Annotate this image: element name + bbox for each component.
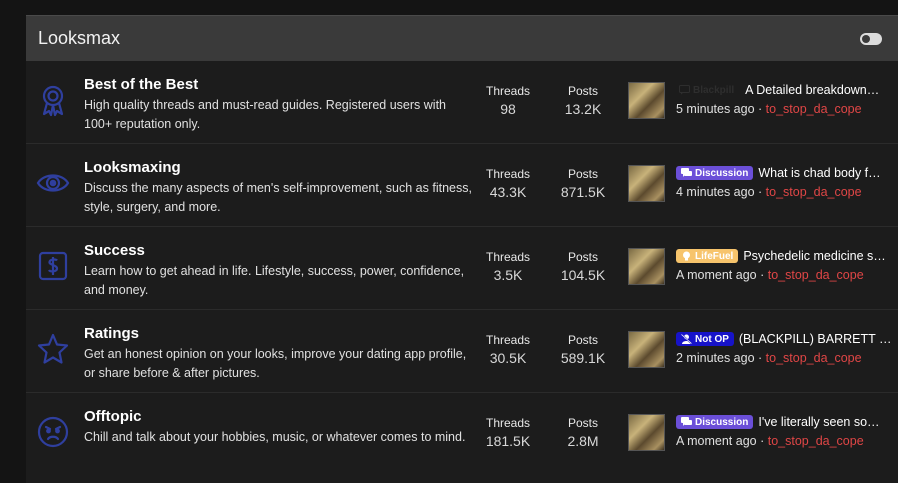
- threads-label: Threads: [485, 250, 531, 264]
- threads-label: Threads: [485, 333, 531, 347]
- threads-count: 3.5K: [493, 267, 523, 283]
- avatar[interactable]: [628, 248, 665, 285]
- forum-title[interactable]: Ratings: [84, 325, 139, 342]
- thread-prefix-badge[interactable]: Discussion: [676, 415, 754, 429]
- forum-description: Get an honest opinion on your looks, imp…: [84, 347, 467, 380]
- separator: ·: [758, 185, 763, 199]
- separator: ·: [758, 102, 763, 116]
- last-post-time[interactable]: 4 minutes ago: [676, 185, 755, 199]
- threads-count: 30.5K: [489, 350, 527, 366]
- prefix-label: LifeFuel: [695, 250, 734, 262]
- forum-title[interactable]: Offtopic: [84, 408, 142, 425]
- collapse-toggle-icon[interactable]: [860, 32, 882, 45]
- posts-label: Posts: [567, 416, 598, 430]
- posts-label: Posts: [567, 333, 598, 347]
- separator: ·: [758, 351, 763, 365]
- thread-prefix-badge[interactable]: Blackpill: [676, 83, 741, 97]
- user-slash-icon: [681, 334, 692, 344]
- forum-title[interactable]: Best of the Best: [84, 76, 198, 93]
- threads-label: Threads: [485, 416, 531, 430]
- category-title[interactable]: Looksmax: [38, 28, 120, 49]
- category-block: Looksmax Best of the Best High quality t…: [26, 15, 898, 483]
- last-post-user[interactable]: to_stop_da_cope: [766, 185, 862, 199]
- posts-count: 13.2K: [564, 101, 602, 117]
- separator: ·: [760, 268, 765, 282]
- thread-prefix-badge[interactable]: Not OP: [676, 332, 734, 346]
- forum-description: Discuss the many aspects of men's self-i…: [84, 181, 472, 214]
- threads-label: Threads: [485, 84, 531, 98]
- threads-stat: Threads 181.5K: [478, 416, 538, 449]
- last-post: Not OP (BLACKPILL) BARRETT … 2 minutes a…: [676, 330, 898, 365]
- last-thread-title[interactable]: I've literally seen so…: [758, 415, 879, 429]
- posts-label: Posts: [567, 84, 598, 98]
- last-post: LifeFuel Psychedelic medicine s… A momen…: [676, 247, 898, 282]
- lightbulb-icon: [683, 251, 690, 261]
- threads-stat: Threads 43.3K: [478, 167, 538, 200]
- threads-stat: Threads 98: [478, 84, 538, 117]
- chat-icon: [681, 417, 692, 426]
- posts-stat: Posts 13.2K: [553, 84, 613, 117]
- forum-row: Offtopic Chill and talk about your hobbi…: [26, 393, 898, 476]
- forum-row: Success Learn how to get ahead in life. …: [26, 227, 898, 310]
- posts-stat: Posts 104.5K: [553, 250, 613, 283]
- posts-count: 2.8M: [567, 433, 599, 449]
- forum-title[interactable]: Success: [84, 242, 145, 259]
- avatar[interactable]: [628, 82, 665, 119]
- last-post: Blackpill A Detailed breakdown… 5 minute…: [676, 81, 898, 116]
- award-ribbon-icon: [36, 83, 70, 117]
- last-thread-title[interactable]: A Detailed breakdown…: [745, 83, 879, 97]
- avatar[interactable]: [628, 414, 665, 451]
- star-icon: [36, 332, 70, 366]
- prefix-label: Not OP: [695, 333, 729, 345]
- last-post-user[interactable]: to_stop_da_cope: [766, 351, 862, 365]
- forum-description: High quality threads and must-read guide…: [84, 98, 446, 131]
- last-post-user[interactable]: to_stop_da_cope: [766, 102, 862, 116]
- posts-count: 104.5K: [560, 267, 606, 283]
- threads-count: 98: [500, 101, 516, 117]
- last-post-time[interactable]: 5 minutes ago: [676, 102, 755, 116]
- forum-row: Best of the Best High quality threads an…: [26, 61, 898, 144]
- eye-icon: [36, 166, 70, 200]
- posts-count: 871.5K: [560, 184, 606, 200]
- forum-description: Learn how to get ahead in life. Lifestyl…: [84, 264, 465, 297]
- prefix-label: Blackpill: [693, 84, 735, 96]
- last-post-user[interactable]: to_stop_da_cope: [768, 434, 864, 448]
- threads-stat: Threads 3.5K: [478, 250, 538, 283]
- threads-count: 181.5K: [485, 433, 531, 449]
- thread-prefix-badge[interactable]: LifeFuel: [676, 249, 739, 263]
- dollar-document-icon: [36, 249, 70, 283]
- last-thread-title[interactable]: (BLACKPILL) BARRETT …: [739, 332, 892, 346]
- thread-prefix-badge[interactable]: Discussion: [676, 166, 754, 180]
- last-post: Discussion I've literally seen so… A mom…: [676, 413, 898, 448]
- avatar[interactable]: [628, 165, 665, 202]
- category-header[interactable]: Looksmax: [26, 15, 898, 61]
- last-thread-title[interactable]: Psychedelic medicine s…: [743, 249, 885, 263]
- last-post-time[interactable]: A moment ago: [676, 268, 757, 282]
- prefix-label: Discussion: [695, 416, 749, 428]
- threads-label: Threads: [485, 167, 531, 181]
- chat-icon: [681, 168, 692, 177]
- threads-stat: Threads 30.5K: [478, 333, 538, 366]
- forum-row: Looksmaxing Discuss the many aspects of …: [26, 144, 898, 227]
- posts-stat: Posts 2.8M: [553, 416, 613, 449]
- last-post: Discussion What is chad body f… 4 minute…: [676, 164, 898, 199]
- forum-title[interactable]: Looksmaxing: [84, 159, 181, 176]
- forum-description: Chill and talk about your hobbies, music…: [84, 430, 466, 444]
- last-thread-title[interactable]: What is chad body f…: [758, 166, 880, 180]
- posts-stat: Posts 871.5K: [553, 167, 613, 200]
- chat-icon: [679, 85, 690, 95]
- avatar[interactable]: [628, 331, 665, 368]
- threads-count: 43.3K: [489, 184, 527, 200]
- forum-row: Ratings Get an honest opinion on your lo…: [26, 310, 898, 393]
- posts-label: Posts: [567, 167, 598, 181]
- last-post-user[interactable]: to_stop_da_cope: [768, 268, 864, 282]
- posts-label: Posts: [567, 250, 598, 264]
- last-post-time[interactable]: 2 minutes ago: [676, 351, 755, 365]
- angry-face-icon: [36, 415, 70, 449]
- posts-count: 589.1K: [560, 350, 606, 366]
- posts-stat: Posts 589.1K: [553, 333, 613, 366]
- last-post-time[interactable]: A moment ago: [676, 434, 757, 448]
- separator: ·: [760, 434, 765, 448]
- prefix-label: Discussion: [695, 167, 749, 179]
